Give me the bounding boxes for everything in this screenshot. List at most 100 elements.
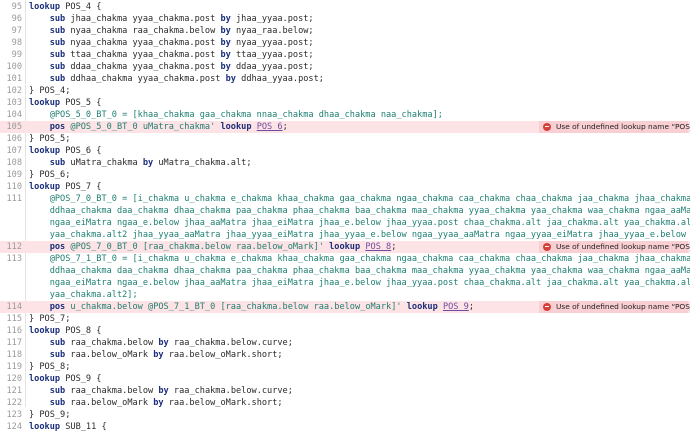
code-line[interactable]: 96 sub jhaa_chakma yyaa_chakma.post by j… <box>0 13 690 25</box>
code-line[interactable]: yaa_chakma.alt2 jhaa_yyaa_aaMatra jhaa_y… <box>0 229 690 241</box>
code-token: ddhaa_chakma yyaa_chakma.post <box>65 73 226 84</box>
code-line[interactable]: 108 sub uMatra_chakma by uMatra_chakma.a… <box>0 157 690 169</box>
code-token: ttaa_yyaa.post; <box>230 49 314 60</box>
line-number: 124 <box>6 421 22 432</box>
code-line[interactable]: 98 sub nyaa_chakma yyaa_chakma.post by n… <box>0 37 690 49</box>
line-number: 114 <box>6 301 22 312</box>
line-number: 120 <box>6 373 22 384</box>
line-number: 105 <box>6 121 22 132</box>
class-token: @POS_7_0_BT_0 [raa_chakma.below raa.belo… <box>65 241 330 252</box>
code-line[interactable]: ddhaa_chakma daa_chakma dhaa_chakma paa_… <box>0 265 690 277</box>
keyword-token: pos <box>49 121 66 132</box>
code-line[interactable]: 102} POS_4; <box>0 85 690 97</box>
error-message: Use of undefined lookup name “POS_6” <box>556 121 690 131</box>
code-text: lookup POS_9 { <box>29 373 690 385</box>
code-line[interactable]: 95 lookup POS_4 { <box>0 1 690 13</box>
code-line[interactable]: 123} POS_9; <box>0 409 690 421</box>
code-line[interactable]: ddhaa_chakma daa_chakma dhaa_chakma paa_… <box>0 205 690 217</box>
code-text: yaa_chakma.alt2]; <box>29 289 690 301</box>
code-line[interactable]: 99 sub ttaa_chakma yyaa_chakma.post by t… <box>0 49 690 61</box>
line-number: 96 <box>11 13 22 24</box>
code-line[interactable]: 106 } POS_5; <box>0 133 690 145</box>
class-token: ddhaa_chakma daa_chakma dhaa_chakma paa_… <box>29 205 690 216</box>
keyword-token: by <box>220 13 231 24</box>
code-line[interactable]: 116 lookup POS_8 { <box>0 325 690 337</box>
code-line[interactable]: ngaa_eiMatra ngaa_e.below jhaa_aaMatra j… <box>0 217 690 229</box>
class-token: ngaa_eiMatra ngaa_e.below jhaa_aaMatra j… <box>29 277 690 288</box>
code-token: raa.below_oMark <box>65 349 154 360</box>
code-token: uMatra_chakma <box>65 157 143 168</box>
class-token: @POS_7_1_BT_0 = [i_chakma u_chakma e_cha… <box>49 253 690 264</box>
code-line[interactable]: 107 lookup POS_6 { <box>0 145 690 157</box>
error-icon <box>543 302 551 311</box>
code-line[interactable]: 97 sub nyaa_chakma raa_chakma.below by n… <box>0 25 690 37</box>
code-text: lookup POS_6 { <box>29 145 690 157</box>
keyword-token: sub <box>49 37 66 48</box>
code-line[interactable]: 111 @POS_7_0_BT_0 = [i_chakma u_chakma e… <box>0 193 690 205</box>
code-token: jhaa_yyaa.post; <box>230 13 314 24</box>
code-token: jhaa_chakma yyaa_chakma.post <box>65 13 221 24</box>
code-line-error[interactable]: 112 pos @POS_7_0_BT_0 [raa_chakma.below … <box>0 240 690 253</box>
code-line[interactable]: 110 lookup POS_7 { <box>0 181 690 193</box>
code-line[interactable]: 113 @POS_7_1_BT_0 = [i_chakma u_chakma e… <box>0 253 690 265</box>
code-line[interactable]: yaa_chakma.alt2]; <box>0 289 690 301</box>
lookup-reference[interactable]: POS_6 <box>257 122 283 132</box>
code-token: POS_7 { <box>60 181 102 192</box>
code-line-error[interactable]: 105 pos @POS_5_0_BT_0 uMatra_chakma' loo… <box>0 120 690 133</box>
code-line[interactable]: 120 lookup POS_9 { <box>0 373 690 385</box>
line-number: 107 <box>6 145 22 156</box>
line-number: 98 <box>11 37 22 48</box>
code-line[interactable]: 109} POS_6; <box>0 169 690 181</box>
line-number: 106 <box>6 133 22 144</box>
code-line[interactable]: 115} POS_7; <box>0 313 690 325</box>
code-line[interactable]: 103 lookup POS_5 { <box>0 97 690 109</box>
code-line[interactable]: 101 sub ddhaa_chakma yyaa_chakma.post by… <box>0 73 690 85</box>
error-annotation[interactable]: Use of undefined lookup name “POS_8” <box>539 240 690 253</box>
code-editor[interactable]: 95 lookup POS_4 {96 sub jhaa_chakma yyaa_… <box>0 0 690 432</box>
code-token: POS_5 { <box>60 97 102 108</box>
lookup-reference[interactable]: POS_8 <box>365 242 391 252</box>
error-icon <box>543 122 551 131</box>
line-number: 116 <box>6 325 22 336</box>
line-number: 100 <box>6 61 22 72</box>
code-text: } POS_7; <box>29 313 690 325</box>
code-line[interactable]: 117 sub raa_chakma.below by raa_chakma.b… <box>0 337 690 349</box>
code-line-error[interactable]: 114 pos u_chakma.below @POS_7_1_BT_0 [ra… <box>0 300 690 313</box>
code-text: ddhaa_chakma daa_chakma dhaa_chakma paa_… <box>29 265 690 277</box>
error-annotation[interactable]: Use of undefined lookup name “POS_9” <box>539 300 690 313</box>
keyword-token: lookup <box>29 421 61 432</box>
error-annotation[interactable]: Use of undefined lookup name “POS_6” <box>539 120 690 133</box>
keyword-token: sub <box>49 73 66 84</box>
code-token: raa_chakma.below <box>65 385 159 396</box>
code-line[interactable]: 121 sub raa_chakma.below by raa_chakma.b… <box>0 385 690 397</box>
code-text: sub raa.below_oMark by raa.below_oMark.s… <box>29 349 690 361</box>
code-text: sub ttaa_chakma yyaa_chakma.post by ttaa… <box>29 49 690 61</box>
line-number: 102 <box>6 85 22 96</box>
line-number: 123 <box>6 409 22 420</box>
code-token: } POS_5; <box>29 133 71 144</box>
lookup-reference[interactable]: POS_9 <box>443 302 469 312</box>
keyword-token: sub <box>49 385 66 396</box>
line-number: 111 <box>6 193 22 204</box>
code-token: POS_9 { <box>60 373 102 384</box>
code-line[interactable]: 124 lookup SUB_11 { <box>0 421 690 433</box>
code-line[interactable]: ngaa_eiMatra ngaa_e.below jhaa_aaMatra j… <box>0 277 690 289</box>
keyword-token: sub <box>49 349 66 360</box>
keyword-token: by <box>158 337 169 348</box>
code-line[interactable]: 118 sub raa.below_oMark by raa.below_oMa… <box>0 349 690 361</box>
code-line[interactable]: 100 sub ddaa_chakma yyaa_chakma.post by … <box>0 61 690 73</box>
code-token: } POS_8; <box>29 361 71 372</box>
code-line[interactable]: 104 @POS_5_0_BT_0 = [khaa_chakma gaa_cha… <box>0 109 690 121</box>
code-token: nyaa_yyaa.post; <box>230 37 314 48</box>
code-line[interactable]: 119} POS_8; <box>0 361 690 373</box>
code-token: nyaa_chakma yyaa_chakma.post <box>65 37 221 48</box>
keyword-token: lookup <box>329 241 361 252</box>
code-token: POS_4 { <box>60 1 102 12</box>
line-number: 99 <box>11 49 22 60</box>
